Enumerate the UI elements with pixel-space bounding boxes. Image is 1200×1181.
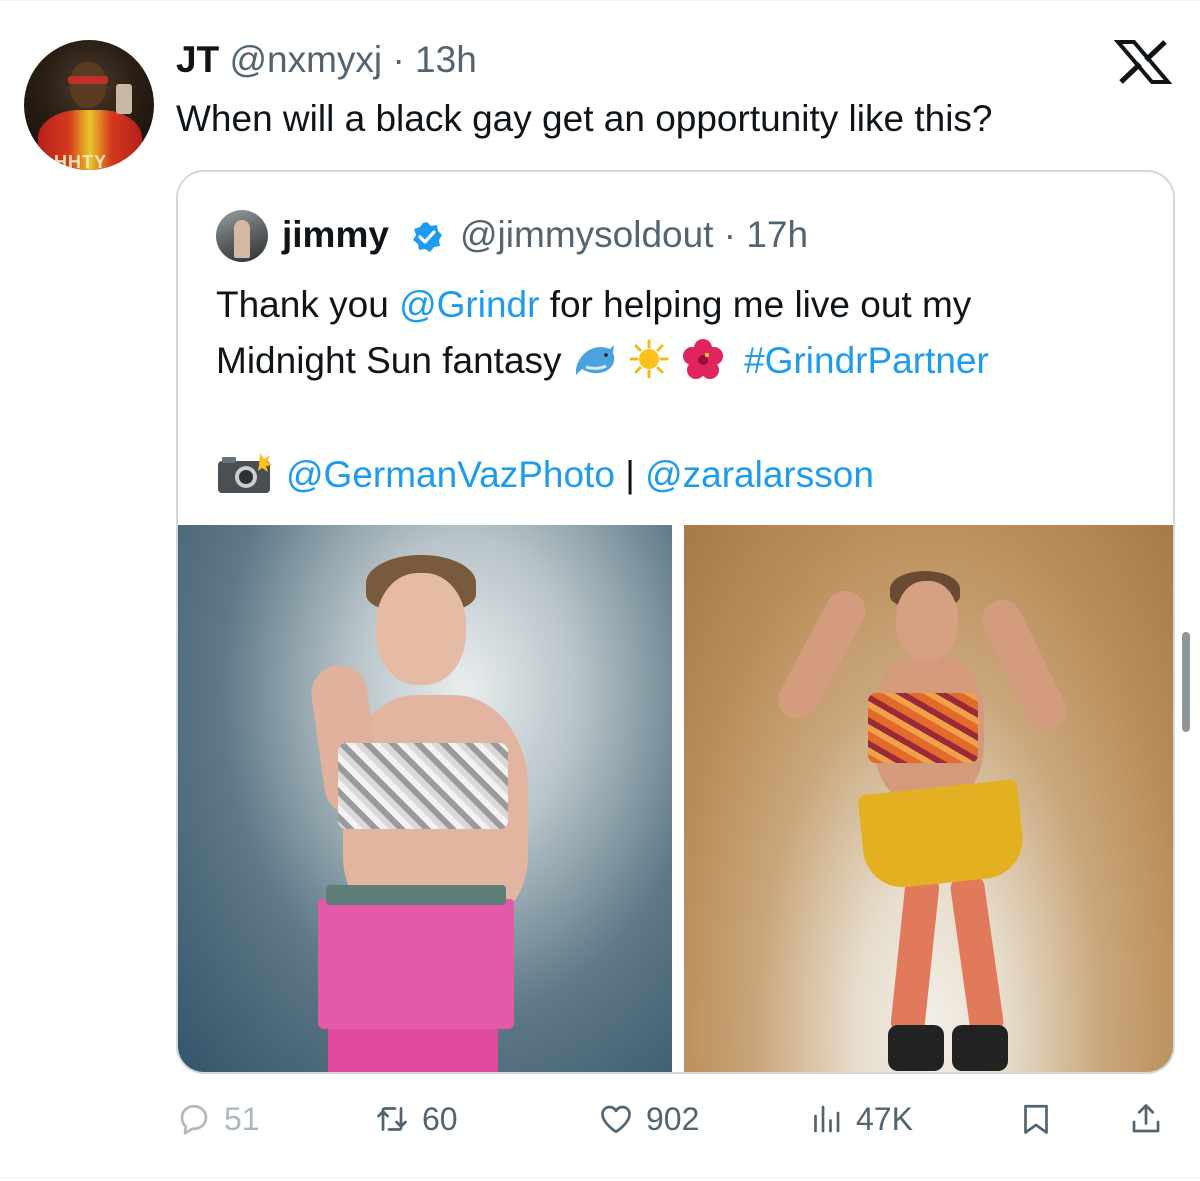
photo-left-belt — [326, 885, 506, 905]
photo-right-head — [896, 581, 958, 661]
photo-right-leg-left — [889, 873, 941, 1037]
retweet-icon — [377, 1107, 407, 1131]
avatar-phone — [116, 84, 132, 114]
credits-separator: | — [614, 454, 646, 495]
quoted-avatar-figure — [234, 220, 250, 258]
photo-right-arm-right — [975, 593, 1073, 737]
reply-button[interactable]: 51 — [176, 1094, 260, 1144]
photo-pink-skirt[interactable] — [178, 525, 672, 1072]
dolphin-emoji-icon — [575, 345, 615, 376]
author-avatar[interactable]: HHTY — [24, 40, 154, 170]
author-handle[interactable]: @nxmyxj — [229, 39, 382, 80]
views-button[interactable]: 47K — [808, 1094, 913, 1144]
photo-left-head — [376, 573, 466, 685]
verified-badge-icon — [413, 222, 442, 252]
hibiscus-emoji-icon — [682, 339, 723, 380]
quoted-author-name[interactable]: jimmy — [282, 212, 389, 258]
hashtag-grindrpartner-link[interactable]: #GrindrPartner — [744, 340, 989, 381]
quoted-text-line-2: Midnight Sun fantasy #GrindrPartner — [216, 338, 989, 384]
author-name[interactable]: JT — [176, 39, 219, 80]
avatar-logo-text: HHTY — [54, 152, 107, 170]
photo-left-pink-skirt — [318, 899, 514, 1029]
tweet-time[interactable]: 13h — [415, 39, 477, 80]
reply-icon — [180, 1104, 208, 1135]
quoted-text-line-3: @GermanVazPhoto | @zaralarsson — [216, 452, 874, 499]
photo-left-sequin-top — [338, 743, 508, 829]
retweet-count: 60 — [422, 1100, 458, 1137]
quoted-text-line-1: Thank you @Grindr for helping me live ou… — [216, 282, 971, 328]
scrollbar-thumb[interactable] — [1182, 632, 1190, 732]
photo-left-legs — [328, 1025, 498, 1072]
mention-grindr-link[interactable]: @Grindr — [399, 284, 539, 325]
quoted-meta: @jimmysoldout · 17h — [460, 212, 808, 258]
quoted-text-suffix: for helping me live out my — [539, 284, 972, 325]
photo-right-leg-right — [949, 873, 1005, 1037]
mention-germanvazphoto-link[interactable]: @GermanVazPhoto — [286, 454, 615, 495]
photo-right-boot-right — [952, 1025, 1008, 1071]
heart-icon — [601, 1105, 631, 1134]
tweet-header: JT @nxmyxj · 13h — [176, 38, 477, 82]
sun-emoji-icon — [629, 339, 669, 379]
x-logo-icon — [1114, 40, 1172, 84]
avatar-glasses — [68, 76, 108, 84]
avatar-face — [70, 62, 106, 108]
camera-with-flash-emoji-icon — [218, 453, 273, 494]
bookmark-button[interactable] — [1018, 1094, 1054, 1144]
like-count: 902 — [646, 1100, 700, 1137]
bottom-divider — [0, 1178, 1200, 1179]
share-button[interactable] — [1128, 1094, 1164, 1144]
mention-zaralarsson-link[interactable]: @zaralarsson — [645, 454, 874, 495]
tweet-action-bar: 51 60 902 47K — [176, 1094, 1176, 1144]
bookmark-icon — [1024, 1104, 1048, 1134]
photo-yellow-skirt[interactable] — [684, 525, 1173, 1072]
photo-divider — [672, 525, 684, 1072]
share-icon — [1132, 1104, 1160, 1133]
top-divider — [0, 0, 1200, 1]
quoted-author-handle[interactable]: @jimmysoldout — [460, 214, 713, 255]
views-icon — [814, 1105, 840, 1133]
reply-count: 51 — [224, 1100, 260, 1137]
quoted-meta-separator: · — [723, 214, 737, 255]
quoted-text-prefix: Thank you — [216, 284, 400, 325]
quoted-time[interactable]: 17h — [746, 214, 808, 255]
photo-right-boot-left — [888, 1025, 944, 1071]
retweet-button[interactable]: 60 — [374, 1094, 458, 1144]
quoted-tweet-card[interactable]: jimmy @jimmysoldout · 17h Thank you @Gri… — [176, 170, 1175, 1074]
photo-right-patterned-top — [868, 693, 978, 763]
like-button[interactable]: 902 — [598, 1094, 699, 1144]
quoted-text-midnight: Midnight Sun fantasy — [216, 340, 562, 381]
views-count: 47K — [856, 1100, 913, 1137]
tweet-text: When will a black gay get an opportunity… — [176, 98, 993, 139]
meta-separator: · — [392, 39, 405, 80]
quoted-author-avatar[interactable] — [216, 210, 268, 262]
photo-right-yellow-skirt — [857, 778, 1027, 892]
photo-right-arm-left — [771, 583, 873, 727]
